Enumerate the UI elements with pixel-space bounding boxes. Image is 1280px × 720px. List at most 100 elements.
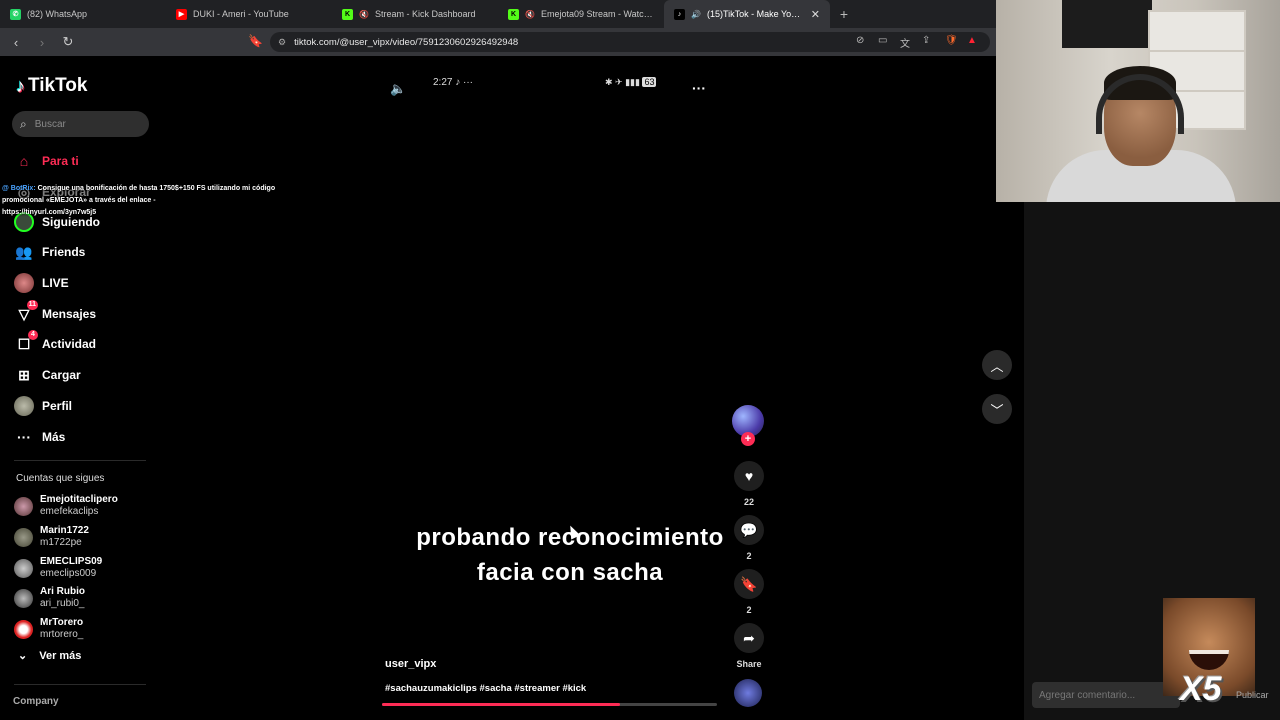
bot-name: @ BotRix: <box>2 185 36 192</box>
music-disc-icon[interactable] <box>734 679 762 707</box>
avatar <box>14 588 33 608</box>
tab-kick-stream[interactable]: K 🔇 Emejota09 Stream - Watch Live o <box>498 0 664 28</box>
tab-title: (15)TikTok - Make Your Day <box>706 9 805 19</box>
no-tracking-icon[interactable]: ⊘ <box>856 35 864 46</box>
tab-title: Emejota09 Stream - Watch Live o <box>540 9 654 19</box>
messages-badge: 11 <box>26 300 38 310</box>
url-text: tiktok.com/@user_vipx/video/759123060292… <box>294 36 519 48</box>
more-options-icon[interactable]: ··· <box>692 80 706 96</box>
like-button[interactable]: ♥ <box>734 461 764 491</box>
tab-youtube[interactable]: ▶ DUKI - Ameri - YouTube <box>166 0 332 28</box>
brand-name: TikTok <box>28 75 88 96</box>
kick-icon: K <box>342 8 353 20</box>
activity-badge: 4 <box>28 330 38 340</box>
webcam-feed <box>996 0 1280 202</box>
see-more-label: Ver más <box>39 649 82 662</box>
share-icon[interactable]: ⇪ <box>922 35 930 46</box>
account-handle: mrtorero_ <box>40 629 84 640</box>
account-name: Marin1722 <box>40 525 89 536</box>
search-icon: ⌕ <box>20 116 27 131</box>
brave-shield-icon[interactable]: 🛡 <box>945 35 958 46</box>
following-account[interactable]: EMECLIPS09 emeclips009 <box>14 556 102 580</box>
following-account[interactable]: Ari Rubio ari_rubi0_ <box>14 586 85 610</box>
bookmark-icon[interactable]: 🔖 <box>248 34 263 48</box>
video-hashtags[interactable]: #sachauzumakiclips #sacha #streamer #kic… <box>385 683 586 694</box>
phone-status-icons: ✱ ✈ ▮▮▮ 63 <box>605 77 657 87</box>
following-account[interactable]: Emejotitaclipero emefekaclips <box>14 494 118 518</box>
back-icon[interactable]: ‹ <box>6 35 26 50</box>
publish-button[interactable]: Publicar <box>1236 690 1269 700</box>
volume-icon[interactable]: 🔈 <box>390 81 406 97</box>
nav-friends[interactable]: 👥 Friends <box>14 241 85 263</box>
avatar <box>14 558 33 578</box>
nav-live[interactable]: LIVE <box>14 272 69 294</box>
avatar <box>14 527 33 547</box>
tab-title: DUKI - Ameri - YouTube <box>193 9 289 19</box>
follow-plus-icon[interactable]: + <box>741 432 755 446</box>
divider <box>14 684 146 685</box>
messages-icon: ▽ 11 <box>18 300 38 322</box>
close-tab-icon[interactable]: ✕ <box>811 8 820 21</box>
account-name: MrTorero <box>40 617 84 628</box>
search-input[interactable] <box>34 118 135 130</box>
tab-title: Stream - Kick Dashboard <box>374 9 476 19</box>
tiktok-logo[interactable]: ♪ TikTok <box>16 75 87 97</box>
new-tab-button[interactable]: + <box>830 6 858 22</box>
meme-mouth <box>1189 650 1229 670</box>
account-handle: ari_rubi0_ <box>40 598 85 609</box>
nav-mas[interactable]: ··· Más <box>14 426 65 448</box>
nav-para-ti[interactable]: ⌂ Para ti <box>14 150 79 172</box>
muted-speaker-icon[interactable]: 🔇 <box>359 10 369 19</box>
next-video-button[interactable]: ﹀ <box>982 394 1012 424</box>
see-more-button[interactable]: ⌄ Ver más <box>18 649 82 663</box>
kick-icon: K <box>508 8 519 20</box>
speaker-icon[interactable]: 🔊 <box>691 10 701 19</box>
nav-label: Mensajes <box>42 307 97 321</box>
following-section-title: Cuentas que sigues <box>16 473 105 484</box>
nav-label: Perfil <box>42 399 73 413</box>
brave-rewards-icon[interactable]: ▲ <box>967 35 977 46</box>
site-settings-icon[interactable]: ⚙ <box>278 37 286 48</box>
cast-icon[interactable]: ▭ <box>878 35 887 46</box>
heart-icon: ♥ <box>744 468 754 484</box>
company-link[interactable]: Company <box>13 696 59 707</box>
search-box[interactable]: ⌕ <box>12 111 149 137</box>
forward-icon[interactable]: › <box>32 35 52 50</box>
following-account[interactable]: Marin1722 m1722pe <box>14 525 89 549</box>
account-name: Ari Rubio <box>40 586 85 597</box>
account-handle: m1722pe <box>40 537 82 548</box>
browser-toolbar: ‹ › ↻ 🔖 ⚙ tiktok.com/@user_vipx/video/75… <box>0 28 996 56</box>
home-icon: ⌂ <box>19 153 29 169</box>
nav-actividad[interactable]: ☐ 4 Actividad <box>14 330 96 355</box>
video-author[interactable]: user_vipx <box>385 658 436 670</box>
address-bar[interactable]: ⚙ tiktok.com/@user_vipx/video/7591230602… <box>270 32 990 52</box>
nav-cargar[interactable]: ⊞ Cargar <box>14 364 81 386</box>
nav-mensajes[interactable]: ▽ 11 Mensajes <box>14 300 97 325</box>
share-button[interactable]: ➦ <box>734 623 764 653</box>
nav-label: Cargar <box>42 368 81 382</box>
profile-icon <box>14 396 34 416</box>
avatar <box>14 496 33 516</box>
tab-whatsapp[interactable]: ✆ (82) WhatsApp <box>0 0 166 28</box>
save-count: 2 <box>746 605 752 615</box>
comment-input[interactable] <box>1039 689 1174 701</box>
tab-tiktok[interactable]: ♪ 🔊 (15)TikTok - Make Your Day ✕ <box>664 0 830 28</box>
nav-perfil[interactable]: Perfil <box>14 395 72 417</box>
divider <box>14 460 146 461</box>
translate-icon[interactable]: 文 <box>900 35 910 50</box>
following-account[interactable]: MrTorero mrtorero_ <box>14 617 83 641</box>
chevron-down-icon: ﹀ <box>990 402 1004 418</box>
comment-button[interactable]: 💬 <box>734 515 764 545</box>
video-progress-bar[interactable] <box>382 703 717 706</box>
muted-speaker-icon[interactable]: 🔇 <box>525 10 535 19</box>
bot-link: https://tinyurl.com/3yn7w5j5 <box>2 209 97 216</box>
save-button[interactable]: 🔖 <box>734 569 764 599</box>
chevron-up-icon: ︿ <box>990 358 1004 374</box>
previous-video-button[interactable]: ︿ <box>982 350 1012 380</box>
comment-box[interactable] <box>1032 682 1180 708</box>
nav-label: Más <box>42 430 66 444</box>
bot-chat-overlay: @ BotRix: Consigue una bonificación de h… <box>2 183 294 219</box>
reload-icon[interactable]: ↻ <box>58 34 78 50</box>
nav-label: LIVE <box>42 276 69 290</box>
tab-kick-dashboard[interactable]: K 🔇 Stream - Kick Dashboard <box>332 0 498 28</box>
